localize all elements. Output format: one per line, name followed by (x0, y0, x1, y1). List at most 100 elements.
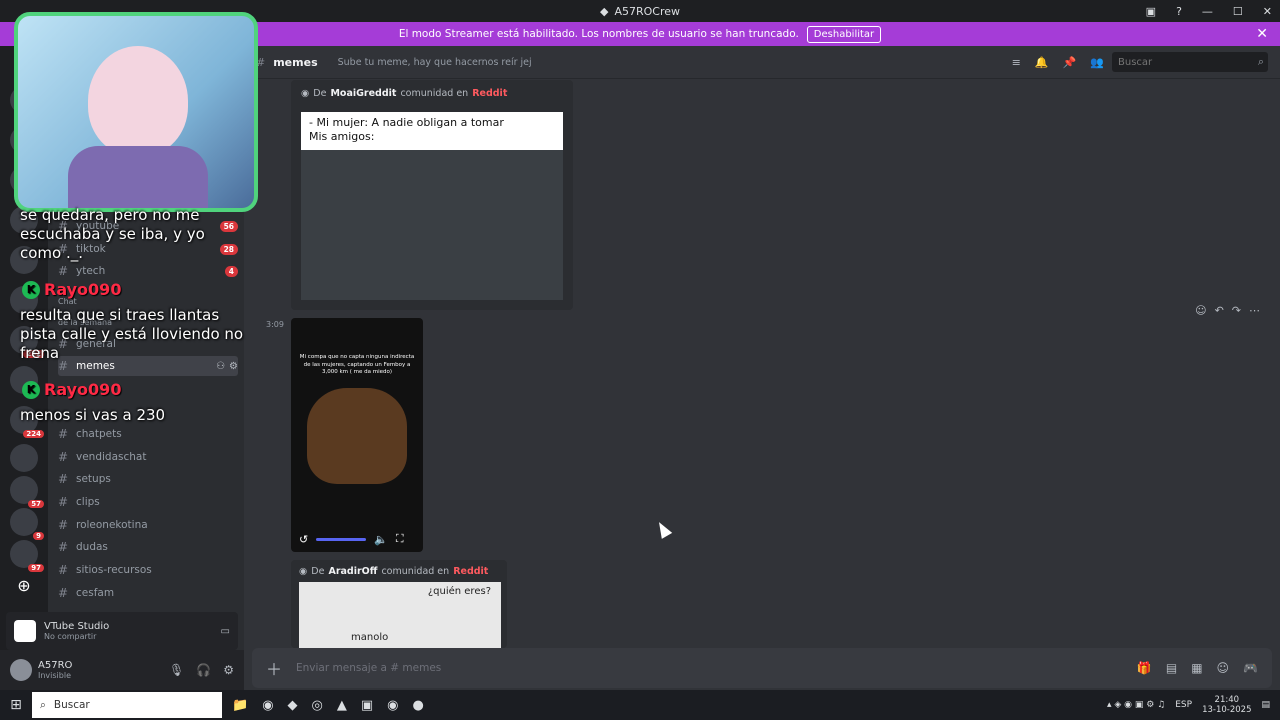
taskbar-search-label: Buscar (53, 699, 90, 711)
discord-icon[interactable]: ◉ (387, 698, 398, 713)
reddit-embed[interactable]: ◉ De MoaiGreddit comunidad en Reddit - M… (291, 80, 573, 310)
avatar[interactable] (10, 659, 32, 681)
embed-prefix: De (313, 88, 327, 99)
bell-icon[interactable]: 🔔 (1035, 56, 1049, 69)
video-player[interactable]: Mi compa que no capta ninguna indirecta … (291, 318, 423, 552)
microphone-icon[interactable]: 🎙 (169, 663, 184, 677)
meme-image[interactable]: - Mi mujer: A nadie obligan a tomar Mis … (301, 112, 563, 300)
channel-item-cesfam[interactable]: # cesfam (58, 583, 238, 603)
embed-middle: comunidad en (381, 566, 450, 577)
message-timestamp: 3:09 (266, 320, 284, 329)
clock[interactable]: 21:40 13-10-2025 (1202, 695, 1251, 715)
channel-item-clips[interactable]: # clips (58, 492, 238, 512)
gear-icon[interactable]: ⚙ (223, 663, 234, 677)
channel-item-vendidaschat[interactable]: # vendidaschat (58, 447, 238, 467)
embed-site[interactable]: Reddit (453, 566, 488, 577)
channel-label: roleonekotina (76, 519, 148, 531)
file-explorer-icon[interactable]: 📁 (232, 698, 248, 713)
app-icon[interactable]: ◆ (288, 698, 298, 713)
embed-author[interactable]: AradirOff (328, 566, 377, 577)
chrome-icon[interactable]: ◉ (262, 698, 273, 713)
stream-chat-user: K Rayo090 (22, 280, 121, 299)
tray-icons[interactable]: ▴ ◈ ◉ ▣ ⚙ ♫ (1107, 700, 1165, 710)
app-icon[interactable]: ▣ (361, 698, 373, 713)
hash-icon: # (58, 563, 69, 577)
channel-header: # memes Sube tu meme, hay que hacernos r… (244, 46, 1280, 79)
channel-item-roleonekotina[interactable]: # roleonekotina (58, 515, 238, 535)
gift-icon[interactable]: 🎁 (1137, 661, 1152, 675)
reddit-icon: ◉ (299, 566, 308, 577)
message-composer[interactable]: ＋ Enviar mensaje a # memes 🎁 ▤ ▦ ☺ 🎮 (252, 648, 1272, 688)
channel-item-dudas[interactable]: # dudas (58, 537, 238, 557)
apps-icon[interactable]: 🎮 (1243, 661, 1258, 675)
app-icon[interactable]: ▲ (337, 698, 347, 713)
server-icon[interactable]: 97 (10, 540, 44, 572)
headphones-icon[interactable]: 🎧 (196, 663, 211, 677)
kick-icon: K (22, 380, 40, 399)
composer-channel: memes (402, 662, 442, 674)
message-input[interactable]: Enviar mensaje a # memes (296, 662, 441, 674)
disable-streamer-button[interactable]: Deshabilitar (806, 25, 882, 43)
channel-label: cesfam (76, 587, 115, 599)
hash-icon: # (58, 427, 69, 441)
embed-prefix: De (311, 566, 325, 577)
search-input[interactable] (1112, 52, 1268, 72)
search-icon: ⌕ (1257, 55, 1264, 68)
channel-item-chatpets[interactable]: # chatpets (58, 424, 238, 444)
language-indicator[interactable]: ESP (1175, 700, 1192, 710)
fullscreen-icon[interactable]: ⛶ (396, 532, 404, 546)
minimize-icon[interactable]: — (1202, 5, 1213, 18)
server-icon[interactable] (10, 444, 38, 472)
channel-item-ytech[interactable]: # ytech 4 (58, 261, 238, 281)
stream-chat-line: resulta que si traes llantas pista calle… (20, 306, 244, 362)
add-attachment-icon[interactable]: ＋ (266, 656, 282, 680)
close-icon[interactable]: ✕ (1263, 5, 1272, 18)
embed-header: ◉ De MoaiGreddit comunidad en Reddit (291, 80, 573, 107)
members-icon[interactable]: 👥 (1090, 56, 1104, 69)
close-banner-icon[interactable]: ✕ (1256, 26, 1268, 42)
unread-badge: 9 (33, 532, 44, 540)
server-icon[interactable]: 57 (10, 476, 44, 508)
forward-icon[interactable]: ↷ (1232, 304, 1241, 317)
notifications-icon[interactable]: ▤ (1261, 700, 1270, 710)
windows-start-icon[interactable]: ⊞ (0, 697, 32, 713)
channel-label: chatpets (76, 428, 122, 440)
emoji-icon[interactable]: ☺ (1217, 661, 1230, 675)
threads-icon[interactable]: ≡ (1012, 56, 1021, 69)
gif-icon[interactable]: ▤ (1166, 661, 1177, 675)
kick-icon: K (22, 280, 40, 299)
channel-label: sitios-recursos (76, 564, 152, 576)
channel-item-setups[interactable]: # setups (58, 469, 238, 489)
server-icon[interactable]: 9 (10, 508, 44, 540)
window-title: A57ROCrew (614, 4, 681, 18)
vtuber-overlay (14, 12, 258, 212)
vtuber-hoodie (68, 146, 208, 208)
volume-icon[interactable]: 🔈 (374, 533, 388, 546)
taskbar-search[interactable]: ⌕ Buscar (32, 692, 222, 718)
clock-date: 13-10-2025 (1202, 705, 1252, 715)
embed-site[interactable]: Reddit (472, 88, 507, 99)
progress-bar[interactable] (316, 537, 367, 541)
unread-badge: 97 (28, 564, 44, 572)
reply-icon[interactable]: ↶ (1215, 304, 1224, 317)
spotify-icon[interactable]: ● (413, 698, 424, 713)
embed-author[interactable]: MoaiGreddit (330, 88, 396, 99)
more-icon[interactable]: ⋯ (1249, 304, 1260, 317)
replay-icon[interactable]: ↺ (299, 533, 308, 546)
app-icon[interactable]: ◎ (312, 698, 323, 713)
add-server-icon[interactable]: ⊕ (10, 572, 38, 600)
reddit-icon: ◉ (301, 88, 310, 99)
screen-share-icon[interactable]: ▭ (221, 626, 230, 637)
inbox-icon[interactable]: ▣ (1146, 5, 1156, 18)
hash-icon: # (58, 472, 69, 486)
reaction-icon[interactable]: ☺ (1195, 304, 1206, 317)
help-icon[interactable]: ? (1176, 5, 1182, 18)
app-title: ◆ A57ROCrew (600, 5, 680, 18)
reddit-embed-2[interactable]: ◉ De AradirOff comunidad en Reddit ¿quié… (291, 560, 507, 648)
pin-icon[interactable]: 📌 (1063, 56, 1077, 69)
channel-item-sitios-recursos[interactable]: # sitios-recursos (58, 560, 238, 580)
stream-chat-line: menos si vas a 230 (20, 406, 166, 424)
meme-image-2[interactable]: ¿quién eres? manolo (299, 582, 501, 648)
maximize-icon[interactable]: ☐ (1233, 5, 1243, 18)
sticker-icon[interactable]: ▦ (1191, 661, 1202, 675)
